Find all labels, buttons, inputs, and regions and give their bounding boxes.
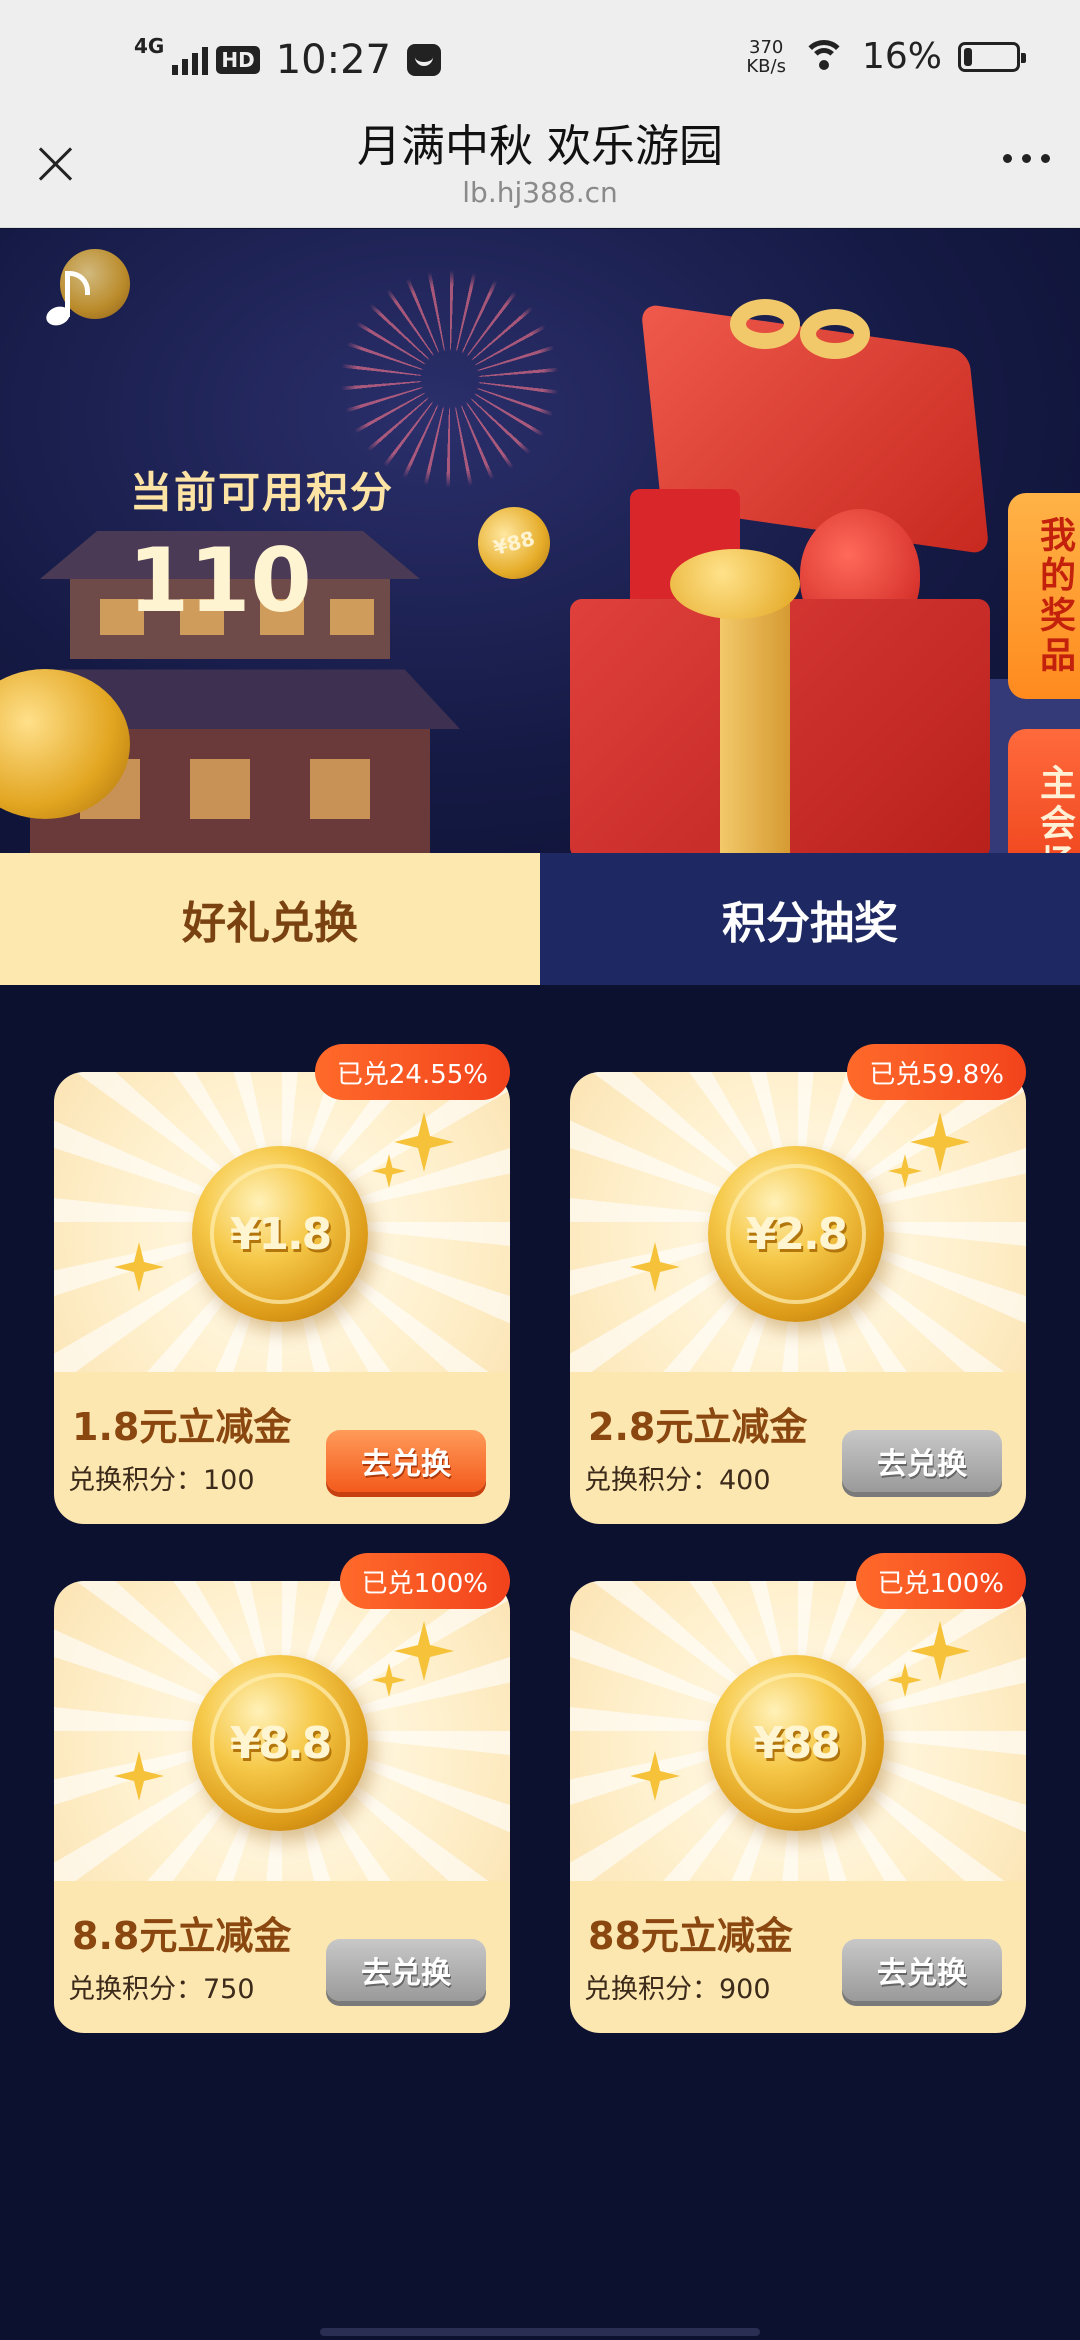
message-icon bbox=[406, 44, 441, 76]
exchanged-badge: 已兑24.55% bbox=[314, 1044, 510, 1100]
network-type: 4G bbox=[134, 34, 165, 58]
coin-value: ¥8.8 bbox=[210, 1673, 350, 1813]
points-value: 110 bbox=[128, 529, 312, 632]
exchange-button[interactable]: 去兑换 bbox=[842, 1939, 1002, 2001]
signal-icon bbox=[172, 45, 209, 75]
card-info: 88元立减金 兑换积分：900 去兑换 bbox=[570, 1881, 1026, 2033]
battery-percent: 16% bbox=[861, 36, 942, 77]
title-bar: 月满中秋 欢乐游园 lb.hj388.cn bbox=[0, 118, 1080, 228]
card-image: ¥2.8 bbox=[570, 1072, 1026, 1372]
card-image: ¥8.8 bbox=[54, 1581, 510, 1881]
exchange-card: ¥1.8 1.8元立减金 兑换积分：100 去兑换 已兑24.55% bbox=[54, 1044, 510, 1524]
status-bar: 4G HD 10:27 370 KB/s 16% bbox=[0, 0, 1080, 118]
card-name: 8.8元立减金 bbox=[72, 1914, 292, 1958]
coin-value: ¥88 bbox=[726, 1673, 866, 1813]
hd-badge: HD bbox=[216, 46, 260, 74]
tab-gift-exchange[interactable]: 好礼兑换 bbox=[0, 853, 540, 985]
coin-icon: ¥2.8 bbox=[708, 1146, 884, 1322]
exchanged-badge: 已兑100% bbox=[339, 1553, 510, 1609]
exchange-button[interactable]: 去兑换 bbox=[326, 1939, 486, 2001]
coin-value: ¥2.8 bbox=[726, 1164, 866, 1304]
status-right: 370 KB/s 16% bbox=[746, 36, 1026, 77]
battery-fill bbox=[964, 47, 972, 66]
battery-icon bbox=[958, 41, 1026, 72]
exchanged-badge: 已兑59.8% bbox=[847, 1044, 1026, 1100]
exchange-card: ¥2.8 2.8元立减金 兑换积分：400 去兑换 已兑59.8% bbox=[570, 1044, 1026, 1524]
speed-unit: KB/s bbox=[746, 55, 786, 77]
banner: 当前可用积分 110 ¥88 我的奖品 主会场 bbox=[0, 229, 1080, 853]
points-label: 当前可用积分 bbox=[130, 468, 395, 517]
tab-bar: 好礼兑换 积分抽奖 bbox=[0, 853, 1080, 985]
coin-icon: ¥1.8 bbox=[192, 1146, 368, 1322]
network-speed: 370 KB/s bbox=[746, 38, 786, 76]
card-name: 88元立减金 bbox=[588, 1914, 793, 1958]
coin-icon: ¥88 bbox=[708, 1655, 884, 1831]
tab-points-lottery[interactable]: 积分抽奖 bbox=[540, 853, 1080, 985]
wifi-icon bbox=[801, 39, 846, 74]
firework-decoration bbox=[340, 269, 560, 489]
card-points: 兑换积分：900 bbox=[584, 1974, 771, 2005]
speed-value: 370 bbox=[749, 36, 784, 58]
page-url: lb.hj388.cn bbox=[462, 176, 618, 209]
exchange-card: ¥88 88元立减金 兑换积分：900 去兑换 已兑100% bbox=[570, 1553, 1026, 2033]
music-icon[interactable] bbox=[40, 265, 100, 335]
home-indicator bbox=[320, 2328, 760, 2336]
card-image: ¥88 bbox=[570, 1581, 1026, 1881]
card-points: 兑换积分：100 bbox=[68, 1465, 255, 1496]
clock: 10:27 bbox=[275, 37, 391, 83]
exchange-button[interactable]: 去兑换 bbox=[326, 1430, 486, 1492]
gift-box-illustration bbox=[540, 299, 1010, 853]
card-name: 2.8元立减金 bbox=[588, 1405, 808, 1449]
page-title: 月满中秋 欢乐游园 bbox=[357, 121, 723, 172]
coin-icon: ¥8.8 bbox=[192, 1655, 368, 1831]
exchange-list: ¥1.8 1.8元立减金 兑换积分：100 去兑换 已兑24.55% ¥2.8 … bbox=[0, 985, 1080, 2340]
status-left: 4G HD 10:27 bbox=[134, 30, 441, 90]
coin-value: ¥1.8 bbox=[210, 1164, 350, 1304]
card-points: 兑换积分：400 bbox=[584, 1465, 771, 1496]
card-points: 兑换积分：750 bbox=[68, 1974, 255, 2005]
card-name: 1.8元立减金 bbox=[72, 1405, 292, 1449]
main-venue-tab[interactable]: 主会场 bbox=[1008, 729, 1080, 853]
exchange-card: ¥8.8 8.8元立减金 兑换积分：750 去兑换 已兑100% bbox=[54, 1553, 510, 2033]
card-info: 2.8元立减金 兑换积分：400 去兑换 bbox=[570, 1372, 1026, 1524]
exchanged-badge: 已兑100% bbox=[855, 1553, 1026, 1609]
card-image: ¥1.8 bbox=[54, 1072, 510, 1372]
more-options-icon[interactable] bbox=[1003, 154, 1050, 163]
my-prizes-tab[interactable]: 我的奖品 bbox=[1008, 493, 1080, 699]
exchange-button[interactable]: 去兑换 bbox=[842, 1430, 1002, 1492]
card-info: 1.8元立减金 兑换积分：100 去兑换 bbox=[54, 1372, 510, 1524]
card-info: 8.8元立减金 兑换积分：750 去兑换 bbox=[54, 1881, 510, 2033]
